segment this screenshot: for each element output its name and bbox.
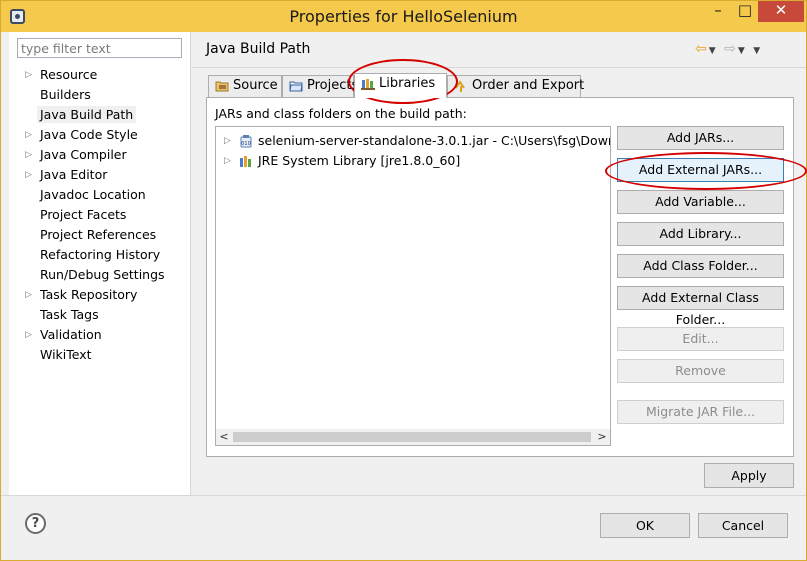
properties-nav: ▷ Resource Builders Java Build Path ▷ Java… <box>21 65 191 365</box>
scroll-left-icon[interactable]: < <box>216 429 232 445</box>
title-bar: Properties for HelloSelenium – □ ✕ <box>1 1 806 32</box>
back-dropdown-icon[interactable]: ▼ <box>709 46 718 56</box>
horizontal-scrollbar[interactable]: < > <box>216 429 610 445</box>
sidebar-item-project-references[interactable]: Project References <box>21 225 191 245</box>
sidebar-item-builders[interactable]: Builders <box>21 85 191 105</box>
expand-arrow-icon[interactable]: ▷ <box>224 131 231 151</box>
page-title: Java Build Path <box>206 41 311 57</box>
scrollbar-thumb[interactable] <box>233 432 591 442</box>
add-library-button[interactable]: Add Library... <box>617 222 784 246</box>
sidebar-item-resource[interactable]: ▷ Resource <box>21 65 191 85</box>
add-class-folder-button[interactable]: Add Class Folder... <box>617 254 784 278</box>
remove-button[interactable]: Remove <box>617 359 784 383</box>
projects-folder-icon <box>289 81 303 92</box>
expand-arrow-icon[interactable]: ▷ <box>25 125 32 145</box>
build-path-label: JARs and class folders on the build path… <box>215 106 467 121</box>
help-icon[interactable]: ? <box>25 513 46 534</box>
tab-source[interactable]: Source <box>208 75 282 97</box>
libraries-icon <box>361 79 375 90</box>
add-jars-button[interactable]: Add JARs... <box>617 126 784 150</box>
sidebar-item-wikitext[interactable]: WikiText <box>21 345 191 365</box>
order-export-icon <box>455 80 465 92</box>
expand-arrow-icon[interactable]: ▷ <box>25 325 32 345</box>
page-navigation: ⇦▼ ⇨▼ ▼ <box>695 41 762 57</box>
close-button[interactable]: ✕ <box>758 1 804 22</box>
libraries-panel: JARs and class folders on the build path… <box>206 97 794 457</box>
expand-arrow-icon[interactable]: ▷ <box>25 145 32 165</box>
window-title: Properties for HelloSelenium <box>289 7 518 26</box>
back-arrow-icon[interactable]: ⇦ <box>695 41 709 57</box>
expand-arrow-icon[interactable]: ▷ <box>25 65 32 85</box>
source-folder-icon <box>215 81 229 92</box>
title-divider <box>192 67 806 68</box>
sidebar-item-run-debug-settings[interactable]: Run/Debug Settings <box>21 265 191 285</box>
expand-arrow-icon[interactable]: ▷ <box>25 285 32 305</box>
sidebar-item-java-editor[interactable]: ▷ Java Editor <box>21 165 191 185</box>
tab-projects[interactable]: Projects <box>282 75 358 97</box>
ok-button[interactable]: OK <box>600 513 690 538</box>
page-content: Java Build Path ⇦▼ ⇨▼ ▼ Source Projects … <box>192 32 806 495</box>
add-external-jars-button[interactable]: Add External JARs... <box>617 158 784 182</box>
sidebar-item-java-code-style[interactable]: ▷ Java Code Style <box>21 125 191 145</box>
sidebar-item-project-facets[interactable]: Project Facets <box>21 205 191 225</box>
sidebar-item-java-build-path[interactable]: Java Build Path <box>21 105 191 125</box>
sidebar-item-validation[interactable]: ▷ Validation <box>21 325 191 345</box>
tab-order-and-export[interactable]: Order and Export <box>447 75 584 97</box>
library-icon <box>240 156 251 167</box>
apply-button[interactable]: Apply <box>704 463 794 488</box>
sidebar-item-task-tags[interactable]: Task Tags <box>21 305 191 325</box>
tab-libraries[interactable]: Libraries <box>354 73 447 98</box>
maximize-button[interactable]: □ <box>732 1 758 22</box>
svg-text:010: 010 <box>241 141 251 147</box>
scroll-right-icon[interactable]: > <box>594 429 610 445</box>
add-external-class-folder-button[interactable]: Add External Class Folder... <box>617 286 784 327</box>
sidebar-item-refactoring-history[interactable]: Refactoring History <box>21 245 191 265</box>
properties-dialog: Properties for HelloSelenium – □ ✕ ▷Reso… <box>0 0 807 561</box>
sidebar-item-task-repository[interactable]: ▷ Task Repository <box>21 285 191 305</box>
expand-arrow-icon[interactable]: ▷ <box>25 165 32 185</box>
menu-dropdown-icon[interactable]: ▼ <box>753 46 762 56</box>
filter-input[interactable] <box>17 38 182 58</box>
sidebar-item-java-compiler[interactable]: ▷ Java Compiler <box>21 145 191 165</box>
edit-button[interactable]: Edit... <box>617 327 784 351</box>
footer-divider <box>1 495 806 496</box>
minimize-button[interactable]: – <box>705 1 731 22</box>
forward-dropdown-icon[interactable]: ▼ <box>738 46 747 56</box>
forward-arrow-icon[interactable]: ⇨ <box>724 41 738 57</box>
jar-icon: 010 <box>240 135 252 148</box>
add-variable-button[interactable]: Add Variable... <box>617 190 784 214</box>
sidebar: ▷Resource Builders Java Build Path ▷Java… <box>9 32 191 495</box>
migrate-jar-button[interactable]: Migrate JAR File... <box>617 400 784 424</box>
expand-arrow-icon[interactable]: ▷ <box>224 151 231 171</box>
cancel-button[interactable]: Cancel <box>698 513 788 538</box>
library-tree[interactable]: ▷ 010 selenium-server-standalone-3.0.1.j… <box>215 126 611 446</box>
sidebar-item-javadoc-location[interactable]: Javadoc Location <box>21 185 191 205</box>
